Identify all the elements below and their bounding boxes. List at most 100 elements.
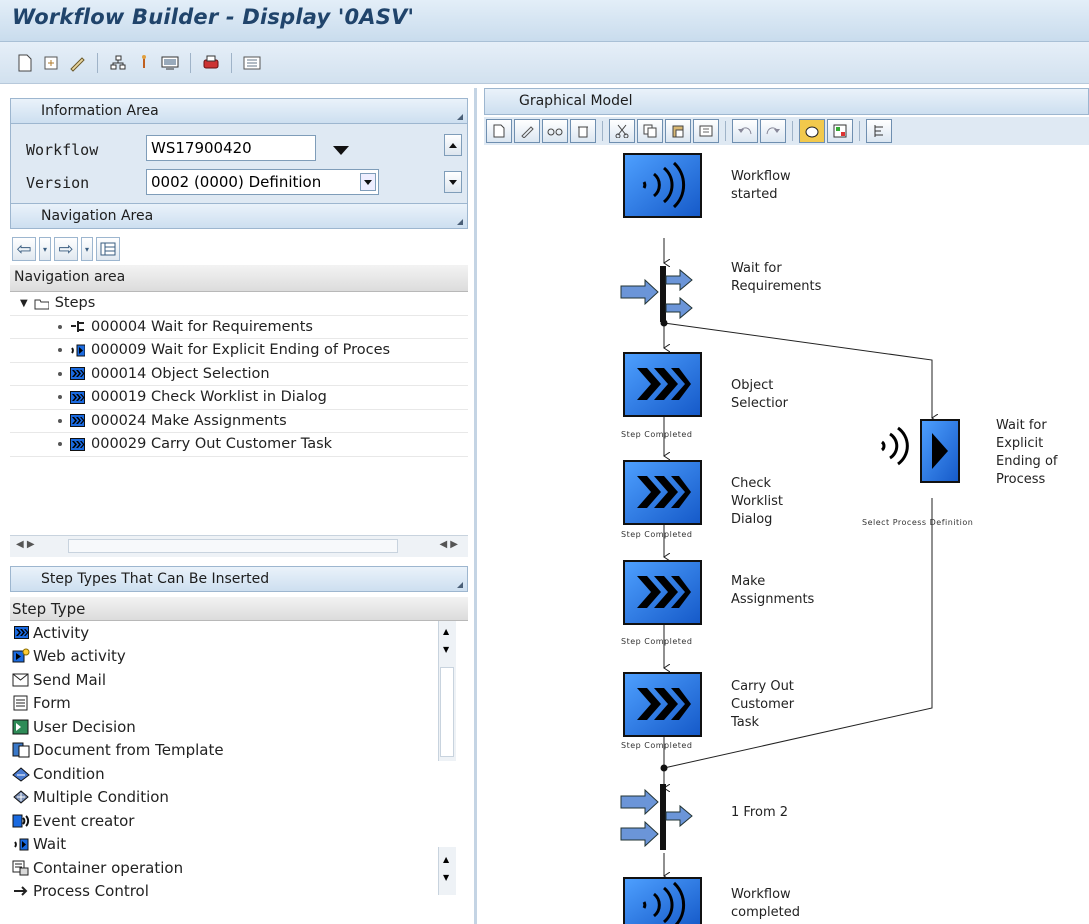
pin-icon[interactable] [133, 52, 155, 74]
tree-step-item[interactable]: 000019 Check Worklist in Dialog [10, 386, 468, 410]
undo-icon[interactable] [732, 119, 758, 143]
carry-out-task-node[interactable] [623, 672, 702, 737]
scroll-up-icon[interactable] [444, 134, 462, 156]
step-type-item[interactable]: Event creator [10, 809, 468, 833]
condition-icon [12, 766, 30, 782]
join-junction [660, 764, 668, 772]
delete-icon[interactable] [570, 119, 596, 143]
overview-icon[interactable] [827, 119, 853, 143]
send-mail-icon [12, 672, 30, 688]
title-bar: Workflow Builder - Display '0ASV' [0, 0, 1089, 42]
tree-step-item[interactable]: 000029 Carry Out Customer Task [10, 433, 468, 457]
wait-explicit-node[interactable] [880, 419, 960, 483]
scroll-right-icon[interactable]: ◀ ▶ [439, 539, 458, 550]
forward-menu-icon[interactable]: ▾ [81, 237, 93, 261]
tree-step-label: 000009 Wait for Explicit Ending of Proce… [91, 342, 391, 359]
step-type-item[interactable]: Form [10, 692, 468, 716]
step-type-item[interactable]: Container operation [10, 856, 468, 880]
tree-step-label: 000019 Check Worklist in Dialog [91, 389, 327, 406]
workflow-field[interactable]: WS17900420 [146, 135, 316, 161]
step-type-label: Event creator [33, 811, 135, 830]
object-selection-node[interactable] [623, 352, 702, 417]
workflow-end-node[interactable] [623, 877, 702, 924]
print-icon[interactable] [200, 52, 222, 74]
version-label: Version [26, 174, 90, 192]
tree-step-label: 000014 Object Selection [91, 365, 270, 382]
information-area-header[interactable]: Information Area [10, 98, 468, 124]
workflow-dropdown-icon[interactable] [333, 146, 349, 155]
step-type-label: Condition [33, 764, 105, 783]
graphical-model-toolbar [484, 117, 1089, 145]
make-assignments-node[interactable] [623, 560, 702, 625]
step-type-item[interactable]: Web activity [10, 645, 468, 669]
change-display-icon[interactable] [66, 52, 88, 74]
other-object-icon[interactable] [40, 52, 62, 74]
version-dropdown-icon[interactable] [360, 173, 376, 191]
tree-step-item[interactable]: 000009 Wait for Explicit Ending of Proce… [10, 339, 468, 363]
version-select[interactable]: 0002 (0000) Definition [146, 169, 379, 195]
step-type-item[interactable]: Wait [10, 833, 468, 857]
step-types-header[interactable]: Step Types That Can Be Inserted [10, 566, 468, 592]
event-creator-icon [12, 813, 30, 829]
step-type-label: Multiple Condition [33, 788, 169, 807]
wait-explicit-label: Wait for Explicit Ending of Process [996, 418, 1058, 487]
workflow-start-node[interactable] [623, 153, 702, 218]
navigation-horizontal-scrollbar[interactable]: ◀ ▶ ◀ ▶ [10, 535, 468, 557]
edge-label-step-completed: Step Completed [621, 530, 693, 539]
tree-step-item[interactable]: 000024 Make Assignments [10, 410, 468, 433]
edge-label-step-completed: Step Completed [621, 741, 693, 750]
step-types-scrollbar-lower[interactable]: ▲ ▼ [438, 847, 456, 895]
tree-root-steps[interactable]: ▼ Steps [10, 292, 468, 316]
step-type-item[interactable]: User Decision [10, 715, 468, 739]
paste-icon[interactable] [665, 119, 691, 143]
back-menu-icon[interactable]: ▾ [39, 237, 51, 261]
start-event-icon[interactable] [799, 119, 825, 143]
hierarchy-icon[interactable] [107, 52, 129, 74]
user-decision-icon [12, 719, 30, 735]
step-type-label: Web activity [33, 647, 126, 666]
step-type-item[interactable]: Process Control [10, 880, 468, 904]
step-type-item[interactable]: Condition [10, 762, 468, 786]
graphical-model-pane: Graphical Model Workflow started Wait fo… [484, 88, 1089, 924]
tree-step-item[interactable]: 000014 Object Selection [10, 363, 468, 386]
step-type-item[interactable]: Multiple Condition [10, 786, 468, 810]
scroll-down-icon[interactable] [444, 171, 462, 193]
expand-icon[interactable]: ▼ [20, 298, 28, 309]
scroll-thumb[interactable] [68, 539, 398, 553]
scroll-thumb[interactable] [440, 667, 454, 757]
glasses-icon[interactable] [542, 119, 568, 143]
step-type-label: User Decision [33, 717, 136, 736]
step-type-item[interactable]: Send Mail [10, 668, 468, 692]
forward-arrow-icon[interactable]: ⇨ [54, 237, 78, 261]
workflow-completed-label: Workflow completed [731, 887, 800, 920]
back-arrow-icon[interactable]: ⇦ [12, 237, 36, 261]
copy-icon[interactable] [637, 119, 663, 143]
new-icon[interactable] [486, 119, 512, 143]
new-document-icon[interactable] [14, 52, 36, 74]
structure-paste-icon[interactable] [693, 119, 719, 143]
wait-icon [12, 836, 30, 852]
join-node[interactable] [620, 784, 693, 850]
carry-out-task-label: Carry Out Customer Task [731, 679, 795, 730]
tree-step-label: 000024 Make Assignments [91, 412, 287, 429]
step-type-item[interactable]: Document from Template [10, 739, 468, 763]
process-control-icon [12, 883, 30, 899]
activity-icon [70, 437, 85, 451]
fork-node[interactable] [620, 266, 693, 322]
step-types-scrollbar-upper[interactable]: ▲ ▼ [438, 621, 456, 761]
display-icon[interactable] [159, 52, 181, 74]
tree-step-item[interactable]: 000004 Wait for Requirements [10, 316, 468, 339]
redo-icon[interactable] [760, 119, 786, 143]
edit-icon[interactable] [514, 119, 540, 143]
scroll-left-icon[interactable]: ◀ ▶ [16, 539, 35, 550]
check-worklist-node[interactable] [623, 460, 702, 525]
structure-icon[interactable] [96, 237, 120, 261]
cut-icon[interactable] [609, 119, 635, 143]
step-type-item[interactable]: Activity [10, 621, 468, 645]
navigation-area-header[interactable]: Navigation Area [10, 203, 468, 229]
step-type-label: Form [33, 694, 71, 713]
list-icon[interactable] [241, 52, 263, 74]
layout-icon[interactable] [866, 119, 892, 143]
navigation-list-header: Navigation area [10, 265, 468, 292]
make-assignments-label: Make Assignments [731, 574, 815, 607]
